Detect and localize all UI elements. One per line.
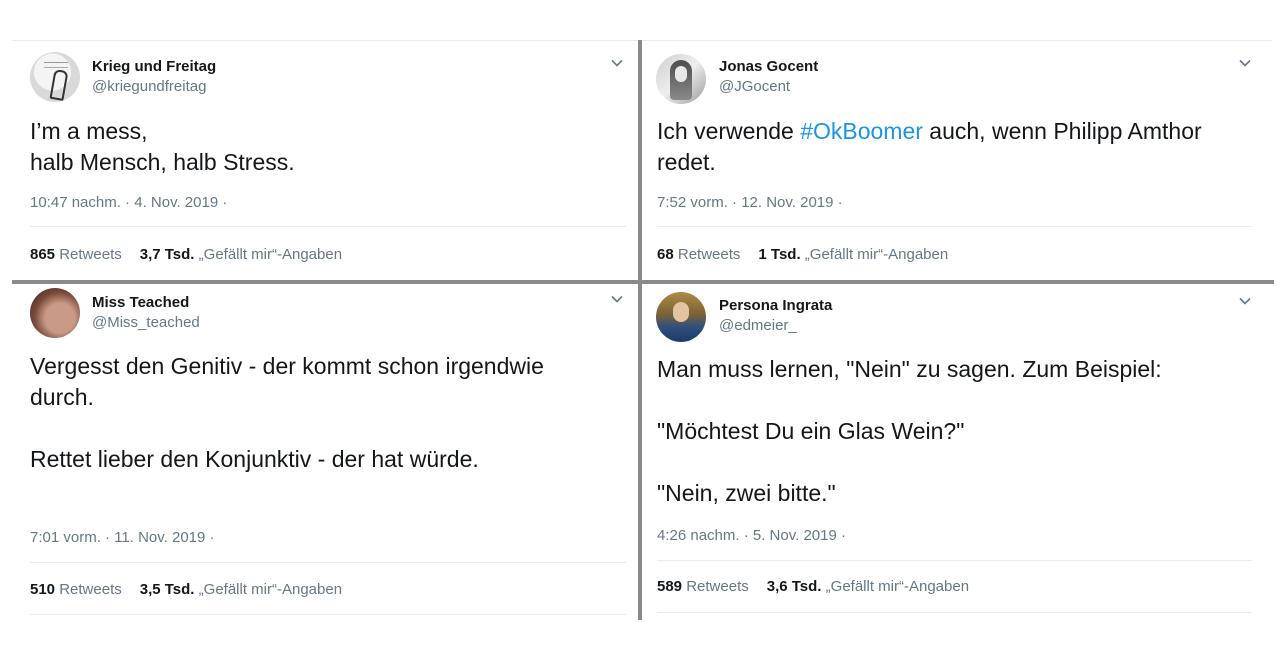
tweet-timestamp[interactable]: 4:26 nachm. · 5. Nov. 2019 ·	[657, 527, 846, 544]
divider	[30, 614, 626, 615]
like-count[interactable]: 3,7 Tsd.	[140, 246, 195, 263]
chevron-down-icon[interactable]	[610, 292, 624, 306]
like-count[interactable]: 1 Tsd.	[758, 246, 800, 263]
retweet-count[interactable]: 865	[30, 246, 55, 263]
user-handle[interactable]: @JGocent	[719, 78, 790, 95]
hashtag-link[interactable]: #OkBoomer	[800, 118, 923, 144]
retweet-count[interactable]: 589	[657, 578, 682, 595]
divider	[30, 226, 626, 227]
collage-horizontal-separator	[12, 280, 1274, 284]
divider	[657, 226, 1252, 227]
divider	[30, 562, 626, 563]
tweet-card: Persona Ingrata @edmeier_ Man muss lerne…	[642, 284, 1272, 620]
tweet-timestamp[interactable]: 7:52 vorm. · 12. Nov. 2019 ·	[657, 194, 843, 211]
chevron-down-icon[interactable]	[1238, 56, 1252, 70]
retweet-label[interactable]: Retweets	[678, 246, 741, 263]
display-name[interactable]: Persona Ingrata	[719, 297, 832, 314]
tweet-text-start: Ich verwende	[657, 118, 801, 144]
collage-vertical-separator	[638, 40, 642, 620]
display-name[interactable]: Krieg und Freitag	[92, 58, 216, 75]
like-label[interactable]: „Gefällt mir“-Angaben	[826, 578, 969, 595]
like-label[interactable]: „Gefällt mir“-Angaben	[199, 246, 342, 263]
tweet-stats: 510 Retweets 3,5 Tsd. „Gefällt mir“-Angab…	[30, 581, 342, 598]
tweet-text: Vergesst den Genitiv - der kommt schon i…	[30, 353, 544, 472]
divider	[657, 612, 1252, 613]
user-handle[interactable]: @kriegundfreitag	[92, 78, 206, 95]
card-border	[642, 40, 1272, 41]
tweet-card: Krieg und Freitag @kriegundfreitag I’m a…	[12, 40, 638, 280]
tweet-stats: 68 Retweets 1 Tsd. „Gefällt mir“-Angaben	[657, 246, 948, 263]
avatar[interactable]	[656, 292, 706, 342]
divider	[657, 560, 1252, 561]
tweet-timestamp[interactable]: 7:01 vorm. · 11. Nov. 2019 ·	[30, 529, 215, 546]
tweet-stats: 865 Retweets 3,7 Tsd. „Gefällt mir“-Angab…	[30, 246, 342, 263]
tweet-stats: 589 Retweets 3,6 Tsd. „Gefällt mir“-Angab…	[657, 578, 969, 595]
chevron-down-icon[interactable]	[610, 56, 624, 70]
display-name[interactable]: Miss Teached	[92, 294, 189, 311]
avatar[interactable]	[656, 54, 706, 104]
avatar[interactable]	[30, 52, 80, 102]
display-name[interactable]: Jonas Gocent	[719, 58, 818, 75]
tweet-card: Miss Teached @Miss_teached Vergesst den …	[12, 284, 638, 620]
tweet-text: I’m a mess, halb Mensch, halb Stress.	[30, 118, 295, 175]
retweet-label[interactable]: Retweets	[686, 578, 749, 595]
retweet-count[interactable]: 68	[657, 246, 674, 263]
like-label[interactable]: „Gefällt mir“-Angaben	[805, 246, 948, 263]
like-count[interactable]: 3,5 Tsd.	[140, 581, 195, 598]
card-border	[12, 40, 638, 41]
retweet-label[interactable]: Retweets	[59, 246, 122, 263]
like-label[interactable]: „Gefällt mir“-Angaben	[199, 581, 342, 598]
like-count[interactable]: 3,6 Tsd.	[767, 578, 822, 595]
tweet-timestamp[interactable]: 10:47 nachm. · 4. Nov. 2019 ·	[30, 194, 227, 211]
tweet-text: Ich verwende #OkBoomer auch, wenn Philip…	[657, 116, 1257, 178]
tweet-card: Jonas Gocent @JGocent Ich verwende #OkBo…	[642, 40, 1272, 280]
tweet-text: Man muss lernen, "Nein" zu sagen. Zum Be…	[657, 356, 1162, 506]
user-handle[interactable]: @Miss_teached	[92, 314, 200, 331]
retweet-label[interactable]: Retweets	[59, 581, 122, 598]
chevron-down-icon[interactable]	[1238, 294, 1252, 308]
retweet-count[interactable]: 510	[30, 581, 55, 598]
avatar[interactable]	[30, 288, 80, 338]
user-handle[interactable]: @edmeier_	[719, 317, 797, 334]
